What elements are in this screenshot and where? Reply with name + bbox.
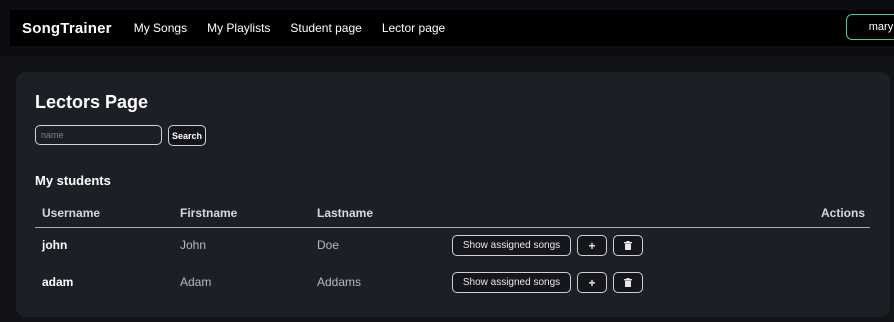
brand-logo[interactable]: SongTrainer — [22, 20, 112, 37]
nav-link-my-playlists[interactable]: My Playlists — [207, 21, 270, 35]
delete-student-button[interactable] — [613, 235, 643, 256]
trash-icon — [624, 241, 632, 250]
nav-link-my-songs[interactable]: My Songs — [134, 21, 187, 35]
nav-link-lector-page[interactable]: Lector page — [382, 21, 445, 35]
column-header-username: Username — [42, 206, 101, 220]
show-assigned-songs-button[interactable]: Show assigned songs — [452, 235, 571, 256]
delete-student-button[interactable] — [613, 272, 643, 293]
trash-icon — [624, 278, 632, 287]
cell-lastname: Addams — [317, 275, 362, 289]
show-assigned-songs-button[interactable]: Show assigned songs — [452, 272, 571, 293]
username-label: mary — [868, 21, 894, 33]
cell-username: john — [42, 238, 68, 252]
plus-icon: + — [588, 275, 596, 290]
search-button[interactable]: Search — [168, 125, 206, 146]
column-header-actions: Actions — [821, 206, 866, 220]
top-navigation: SongTrainer My Songs My Playlists Studen… — [0, 0, 894, 56]
plus-icon: + — [588, 238, 596, 253]
user-menu-button[interactable]: mary — [846, 14, 894, 40]
add-song-button[interactable]: + — [577, 235, 607, 256]
cell-lastname: Doe — [317, 238, 340, 252]
column-header-firstname: Firstname — [180, 206, 238, 220]
column-header-lastname: Lastname — [317, 206, 374, 220]
navbar: SongTrainer My Songs My Playlists Studen… — [10, 10, 894, 46]
search-input[interactable] — [35, 125, 162, 145]
page-title: Lectors Page — [35, 92, 149, 112]
cell-firstname: Adam — [180, 275, 212, 289]
cell-firstname: John — [180, 238, 207, 252]
lectors-panel: Lectors Page Search My students Username… — [16, 72, 890, 317]
cell-username: adam — [42, 275, 74, 289]
students-section-title: My students — [35, 173, 111, 188]
table-header-divider — [35, 227, 870, 228]
nav-link-student-page[interactable]: Student page — [290, 21, 361, 35]
add-song-button[interactable]: + — [577, 272, 607, 293]
